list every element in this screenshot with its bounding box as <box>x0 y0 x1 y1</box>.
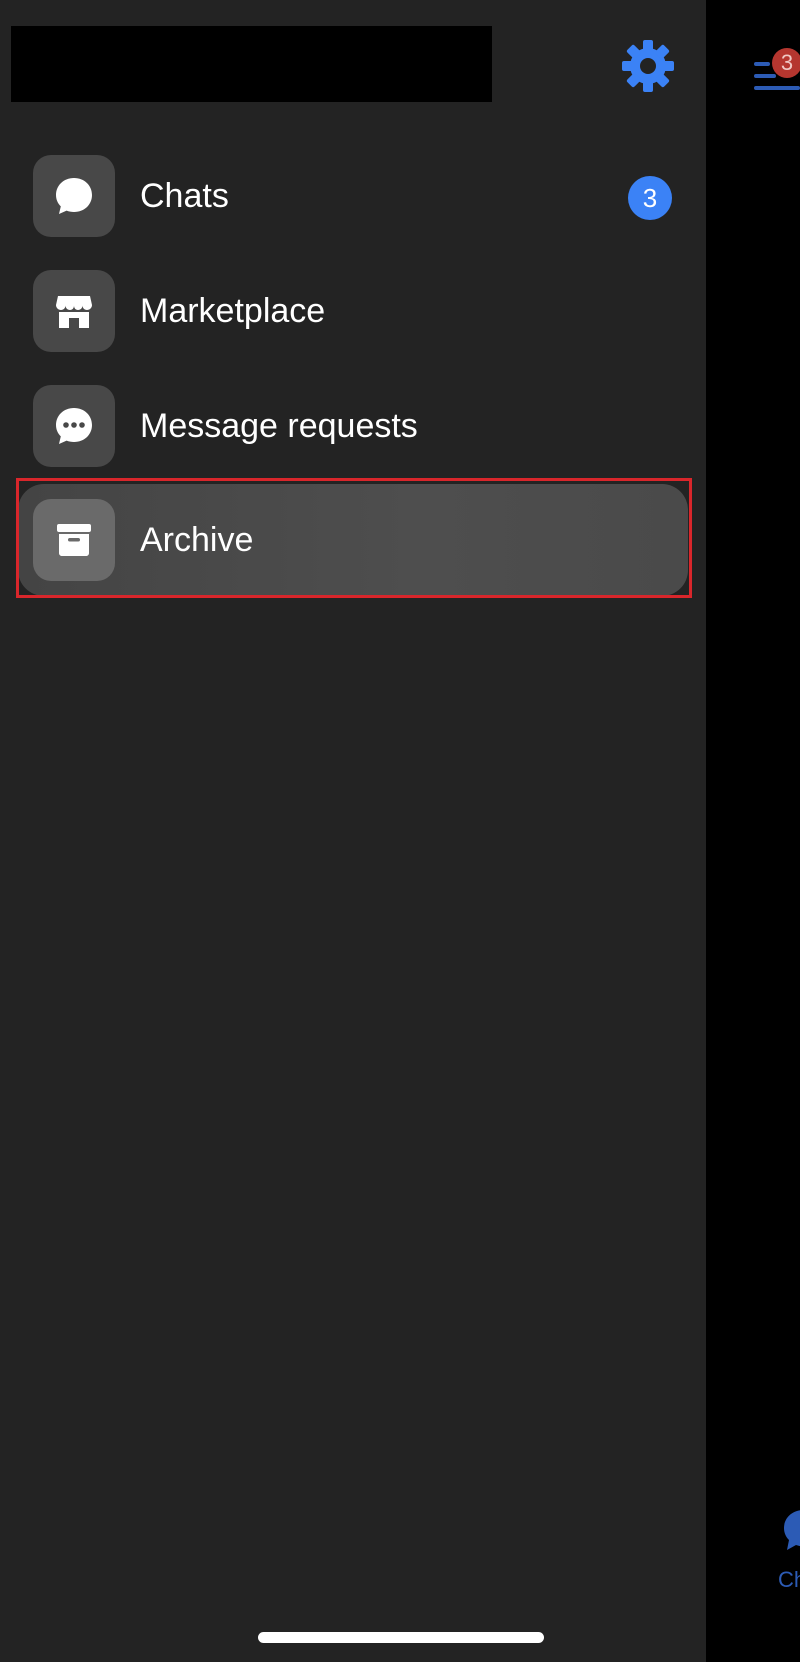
menu-item-marketplace[interactable]: Marketplace <box>18 255 688 367</box>
message-requests-icon <box>33 385 115 467</box>
tab-chats-label[interactable]: Ch <box>778 1564 800 1596</box>
profile-name-redacted[interactable] <box>11 26 492 102</box>
menu-notification-badge: 3 <box>772 48 800 78</box>
gear-icon[interactable] <box>620 38 676 94</box>
menu-item-message-requests[interactable]: Message requests <box>18 370 688 482</box>
unread-count-badge: 3 <box>628 176 672 220</box>
storefront-icon <box>33 270 115 352</box>
chat-bubble-icon <box>33 155 115 237</box>
navigation-drawer: Chats 3 Marketplace Message requests Arc… <box>0 0 706 1662</box>
menu-item-label: Message requests <box>140 407 418 445</box>
chat-bubble-icon[interactable] <box>780 1508 800 1554</box>
selection-highlight-outline <box>16 478 692 598</box>
menu-item-label: Chats <box>140 177 229 215</box>
menu-item-label: Marketplace <box>140 292 326 330</box>
home-indicator[interactable] <box>258 1632 544 1643</box>
menu-item-chats[interactable]: Chats 3 <box>18 140 688 252</box>
